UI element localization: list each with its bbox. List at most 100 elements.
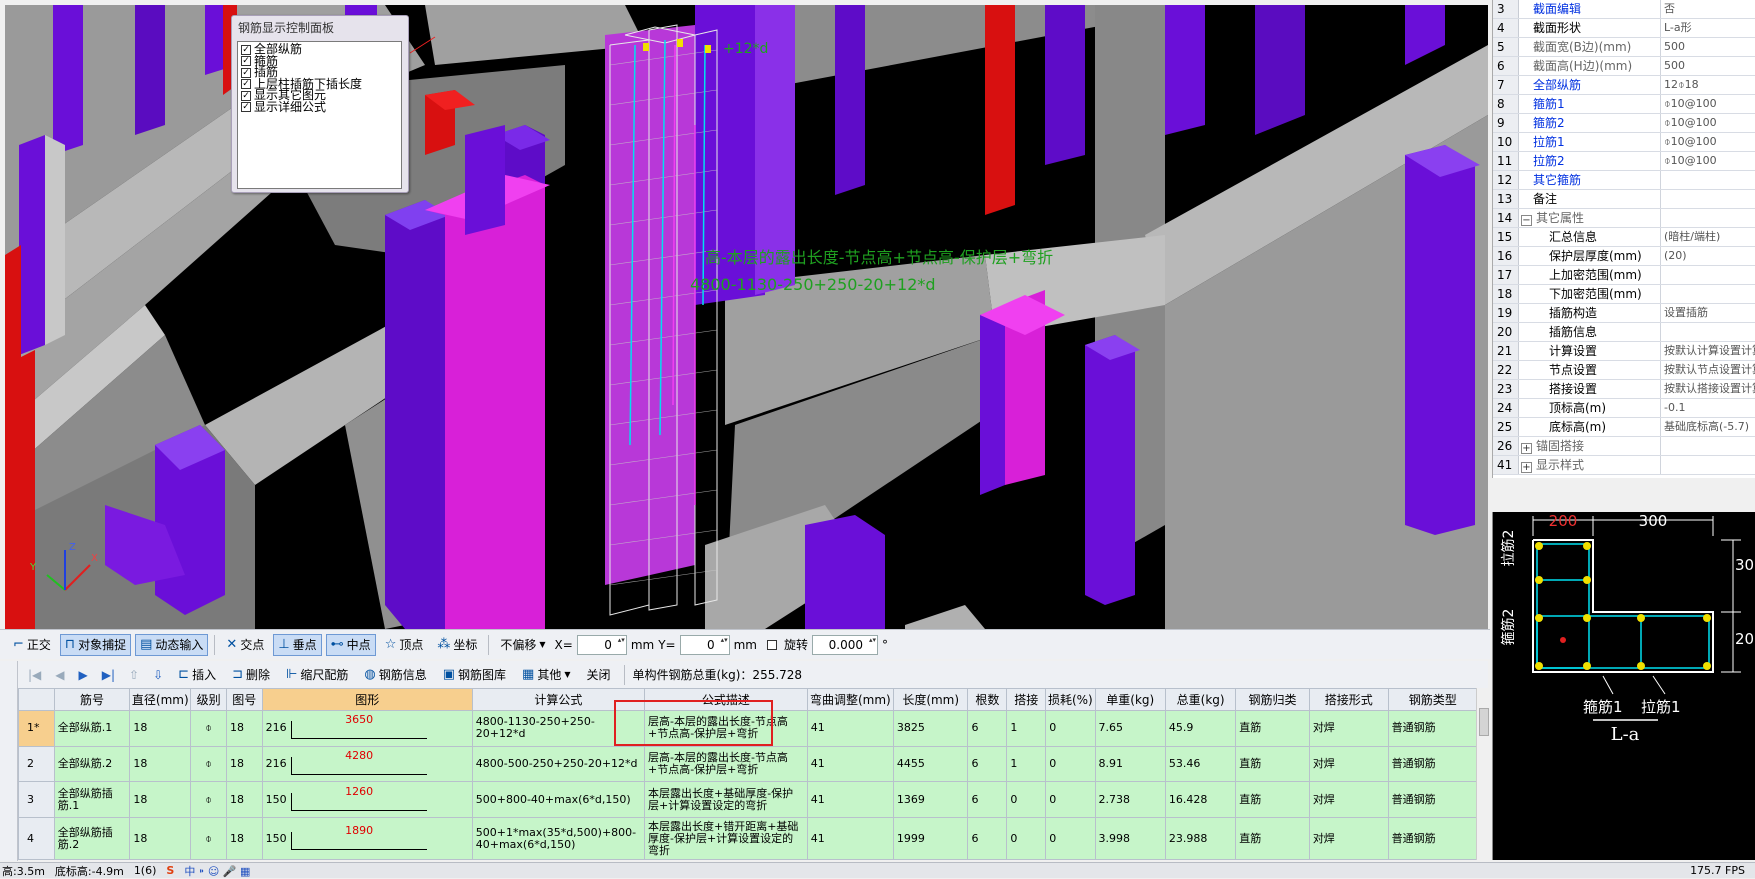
cell-unit-weight[interactable]: 2.738	[1094, 781, 1166, 819]
cell-total-weight[interactable]: 23.988	[1164, 817, 1237, 860]
checkbox-icon[interactable]: ✓	[241, 79, 251, 90]
column-header[interactable]: 图号	[225, 688, 263, 711]
property-row[interactable]: 14− 其它属性	[1493, 209, 1755, 228]
cell-bar-name[interactable]: 全部纵筋插筋.1	[53, 781, 131, 819]
3d-viewport[interactable]: Y X Z +12*d 高-本层的露出长度-节点高+节点高-保护层+弯折 480…	[5, 5, 1488, 629]
cell-bar-name[interactable]: 全部纵筋.2	[53, 745, 131, 783]
cell-formula[interactable]: 4800-500-250+250-20+12*d	[471, 745, 645, 783]
property-row[interactable]: 26 + 锚固搭接	[1493, 437, 1755, 456]
property-row[interactable]: 19 插筋构造 设置插筋	[1493, 304, 1755, 323]
insert-row-button[interactable]: ⊏ 插入	[173, 664, 221, 686]
cell-formula-desc[interactable]: 本层露出长度+基础厚度-保护层+计算设置设定的弯折	[643, 781, 808, 819]
property-value[interactable]: 12⌽18	[1661, 76, 1755, 94]
column-header[interactable]: 筋号	[53, 688, 131, 711]
y-coordinate-input[interactable]: 0	[679, 634, 730, 655]
property-value[interactable]: ⌽10@100	[1661, 114, 1755, 132]
cell-category[interactable]: 直筋	[1235, 817, 1310, 860]
property-value[interactable]	[1661, 171, 1755, 189]
perpendicular-snap-button[interactable]: ⊥ 垂点	[273, 633, 322, 656]
rebar-info-button[interactable]: ◍ 钢筋信息	[359, 664, 431, 686]
scrollbar-thumb[interactable]	[1479, 708, 1489, 736]
expand-toggle-icon[interactable]: +	[1521, 443, 1532, 454]
property-value[interactable]: 否	[1661, 0, 1755, 18]
column-header[interactable]: 损耗(%)	[1045, 688, 1096, 711]
column-header[interactable]: 长度(mm)	[892, 688, 969, 711]
table-row[interactable]: 3 全部纵筋插筋.1 18 ⌽ 18 150 1260 500+800-40+ma…	[18, 781, 1478, 819]
cell-lap-type[interactable]: 对焊	[1308, 710, 1389, 747]
cell-figure-no[interactable]: 18	[225, 745, 263, 783]
column-header[interactable]: 搭接形式	[1308, 688, 1389, 711]
cell-formula-desc[interactable]: 层高-本层的露出长度-节点高+节点高-保护层+弯折	[643, 710, 808, 747]
property-row[interactable]: 22 节点设置 按默认节点设置计算	[1493, 361, 1755, 380]
dynamic-input-button[interactable]: ▤ 动态输入	[135, 633, 209, 656]
rebar-library-button[interactable]: ▣ 钢筋图库	[438, 664, 511, 686]
cell-rebar-type[interactable]: 普通钢筋	[1387, 817, 1478, 860]
delete-row-button[interactable]: ⊐ 删除	[227, 664, 275, 686]
property-value[interactable]: 基础底标高(-5.7)	[1661, 418, 1755, 436]
cell-length[interactable]: 1999	[892, 817, 969, 860]
cell-lap-type[interactable]: 对焊	[1308, 781, 1389, 819]
property-value[interactable]	[1661, 437, 1755, 455]
property-value[interactable]: (暗柱/端柱)	[1661, 228, 1755, 246]
property-value[interactable]: ⌽10@100	[1661, 133, 1755, 151]
property-row[interactable]: 12 其它箍筋	[1493, 171, 1755, 190]
cell-figure[interactable]: 150 1260	[261, 781, 473, 819]
column-header[interactable]: 公式描述	[643, 688, 808, 711]
move-up-icon[interactable]: ⇧	[125, 668, 143, 682]
row-number[interactable]: 2	[18, 745, 55, 783]
cell-bend-adjust[interactable]: 41	[806, 781, 894, 819]
close-grid-button[interactable]: 关闭	[581, 664, 615, 686]
table-scrollbar[interactable]	[1476, 688, 1490, 860]
cell-grade[interactable]: ⌽	[190, 781, 227, 819]
next-record-icon[interactable]: ▶	[75, 668, 92, 682]
cell-category[interactable]: 直筋	[1235, 781, 1310, 819]
table-row[interactable]: 2 全部纵筋.2 18 ⌽ 18 216 4280 4800-500-250+25…	[18, 745, 1478, 783]
expand-toggle-icon[interactable]: −	[1521, 215, 1532, 226]
column-header[interactable]: 搭接	[1006, 688, 1047, 711]
column-header[interactable]: 直径(mm)	[129, 688, 192, 711]
column-header[interactable]: 弯曲调整(mm)	[806, 688, 894, 711]
property-row[interactable]: 11 拉筋2 ⌽10@100	[1493, 152, 1755, 171]
cell-grade[interactable]: ⌽	[190, 745, 227, 783]
option-show-detailed-formula[interactable]: ✓ 显示详细公式	[241, 101, 398, 114]
cell-formula[interactable]: 500+1*max(35*d,500)+800-40+max(6*d,150)	[471, 817, 645, 860]
move-down-icon[interactable]: ⇩	[149, 668, 167, 682]
property-value[interactable]	[1661, 456, 1755, 474]
column-header[interactable]: 总重(kg)	[1164, 688, 1237, 711]
property-value[interactable]: L-a形	[1661, 19, 1755, 37]
cell-bend-adjust[interactable]: 41	[806, 710, 894, 747]
property-value[interactable]	[1661, 209, 1755, 227]
cell-diameter[interactable]: 18	[129, 781, 192, 819]
cell-loss[interactable]: 0	[1045, 745, 1096, 783]
column-header[interactable]: 钢筋归类	[1235, 688, 1310, 711]
cell-rebar-type[interactable]: 普通钢筋	[1387, 710, 1478, 747]
cell-total-weight[interactable]: 16.428	[1164, 781, 1237, 819]
row-number[interactable]: 1*	[18, 710, 55, 747]
object-snap-button[interactable]: ⊓ 对象捕捉	[59, 633, 132, 656]
property-row[interactable]: 8 箍筋1 ⌽10@100	[1493, 95, 1755, 114]
cell-lap-type[interactable]: 对焊	[1308, 745, 1389, 783]
cell-unit-weight[interactable]: 3.998	[1094, 817, 1166, 860]
cell-figure[interactable]: 216 4280	[261, 745, 473, 783]
cell-figure-no[interactable]: 18	[225, 817, 263, 860]
property-row[interactable]: 17 上加密范围(mm)	[1493, 266, 1755, 285]
cell-diameter[interactable]: 18	[129, 745, 192, 783]
cell-length[interactable]: 1369	[892, 781, 969, 819]
cell-figure-no[interactable]: 18	[225, 710, 263, 747]
column-header[interactable]: 钢筋类型	[1387, 688, 1478, 711]
cell-lap-type[interactable]: 对焊	[1308, 817, 1389, 860]
cell-length[interactable]: 4455	[892, 745, 969, 783]
property-row[interactable]: 18 下加密范围(mm)	[1493, 285, 1755, 304]
cell-total-weight[interactable]: 53.46	[1164, 745, 1237, 783]
property-row[interactable]: 7 全部纵筋 12⌽18	[1493, 76, 1755, 95]
cell-grade[interactable]: ⌽	[190, 710, 227, 747]
checkbox-icon[interactable]: ✓	[241, 44, 251, 55]
cell-figure[interactable]: 150 1890	[261, 817, 473, 860]
cell-lap[interactable]: 0	[1006, 817, 1047, 860]
row-number[interactable]: 4	[18, 817, 55, 860]
property-value[interactable]	[1661, 190, 1755, 208]
property-value[interactable]	[1661, 323, 1755, 341]
cell-count[interactable]: 6	[967, 781, 1008, 819]
cell-unit-weight[interactable]: 8.91	[1094, 745, 1166, 783]
cell-loss[interactable]: 0	[1045, 710, 1096, 747]
